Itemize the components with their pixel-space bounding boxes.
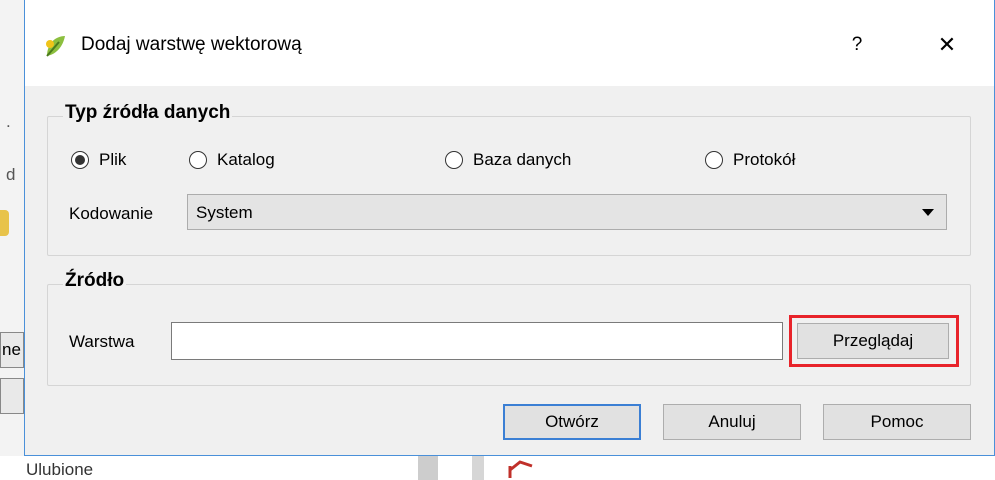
encoding-select[interactable]: System [187, 194, 947, 230]
open-button[interactable]: Otwórz [503, 404, 641, 440]
background-folder-icon [0, 210, 9, 236]
cancel-button[interactable]: Anuluj [663, 404, 801, 440]
encoding-value: System [196, 203, 253, 222]
background-fragment: ne [2, 340, 21, 359]
radio-protocol[interactable]: Protokół [705, 150, 795, 170]
layer-label: Warstwa [69, 332, 135, 351]
radio-circle [705, 151, 723, 169]
layer-path-input[interactable] [171, 322, 783, 360]
dialog-title: Dodaj warstwę wektorową [81, 34, 302, 55]
background-scrollbar [472, 456, 484, 480]
close-icon[interactable]: ✕ [925, 28, 969, 62]
radio-directory-label: Katalog [217, 150, 275, 169]
source-type-title: Typ źródła danych [63, 102, 233, 124]
title-bar: Dodaj warstwę wektorową ? ✕ [25, 0, 994, 86]
help-button[interactable]: Pomoc [823, 404, 971, 440]
add-vector-layer-dialog: Dodaj warstwę wektorową ? ✕ Typ źródła d… [24, 0, 995, 456]
source-type-group [47, 116, 971, 256]
background-fragment: d [6, 165, 16, 184]
radio-circle [445, 151, 463, 169]
radio-directory[interactable]: Katalog [189, 150, 275, 170]
source-title: Źródło [63, 270, 127, 292]
background-bottom-strip: Ulubione [0, 456, 995, 480]
background-scrollbar [418, 456, 438, 480]
radio-file-label: Plik [99, 150, 127, 169]
radio-file[interactable]: Plik [71, 150, 126, 170]
radio-circle [189, 151, 207, 169]
encoding-label: Kodowanie [69, 204, 154, 223]
radio-selected-dot [75, 155, 85, 165]
radio-protocol-label: Protokół [733, 150, 796, 169]
chevron-down-icon [922, 209, 934, 216]
browse-highlight-box [789, 315, 959, 367]
radio-database[interactable]: Baza danych [445, 150, 571, 170]
background-fragment: . [6, 112, 11, 131]
qgis-icon [46, 36, 65, 57]
radio-circle [71, 151, 89, 169]
help-icon[interactable]: ? [837, 28, 877, 62]
background-red-icon [508, 460, 533, 478]
radio-database-label: Baza danych [473, 150, 572, 169]
background-field [0, 378, 24, 414]
background-fragment: Ulubione [26, 460, 94, 479]
